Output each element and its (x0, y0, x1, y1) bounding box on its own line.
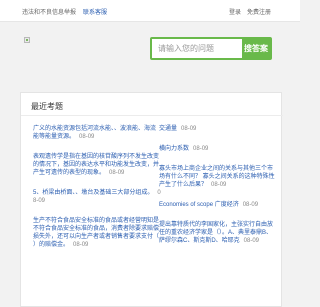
list-item: 交通量 08-09 (159, 125, 277, 133)
divider (21, 115, 283, 116)
list-item: 横向力系数 08-09 (159, 145, 277, 153)
contact-service-link[interactable]: 联系客服 (83, 7, 107, 16)
question-list-right: 交通量 08-09 横向力系数 08-09 寡头市场上商企业之间的关系与其他三个市场… (159, 125, 277, 257)
question-date: 08-09 (181, 126, 197, 132)
question-date: 08-09 (79, 134, 95, 140)
recent-questions-card: 最近考题 广义的水能资源包括河流水能、、波浪能、海流能等能量资源。 08-09 表… (20, 92, 283, 307)
question-date: 08-09 (211, 182, 227, 188)
question-list-left: 广义的水能资源包括河流水能、、波浪能、海流能等能量资源。 08-09 表观遗传学是… (33, 125, 161, 261)
question-link[interactable]: 表观遗传学是指在基因的核苷酸序列不发生改变的情况下，基因的表达水平和功能发生改变… (33, 154, 159, 176)
question-link[interactable]: 广义的水能资源包括河流水能、、波浪能、海流能等能量资源。 (33, 126, 156, 140)
login-link[interactable]: 登录 (229, 7, 241, 16)
question-link[interactable]: 交通量 (159, 126, 177, 132)
search-box: 搜答案 (150, 37, 272, 60)
broken-logo-image-icon[interactable] (24, 37, 30, 43)
question-date: 08-09 (73, 242, 89, 248)
list-item: 生产不符合食品安全标准的食品或者经营明知是不符合食品安全标准的食品，消费者除要求… (33, 217, 161, 249)
recent-questions-title: 最近考题 (31, 102, 63, 111)
register-link[interactable]: 免费注册 (247, 7, 271, 16)
question-link[interactable]: 5、桥梁由桥面、、墩台及基础三大部分组成。 (33, 190, 153, 196)
question-link[interactable]: Economies of scope 广度经济 (159, 202, 239, 208)
list-item: 表观遗传学是指在基因的核苷酸序列不发生改变的情况下，基因的表达水平和功能发生改变… (33, 153, 161, 177)
list-item: 提出靠特质代的李国家化，主张实行自由放任的重农经济学家是（）。A、典里泰鼎B、萨… (159, 221, 277, 245)
question-link[interactable]: 横向力系数 (159, 146, 189, 152)
list-item: 寡头市场上商企业之间的关系与其他三个市场有什么不同？ 寡头之间关系的这种特殊性产… (159, 165, 277, 189)
question-link[interactable]: 生产不符合食品安全标准的食品或者经营明知是不符合食品安全标准的食品，消费者除要求… (33, 218, 159, 248)
list-item: Economies of scope 广度经济 08-09 (159, 201, 277, 209)
question-date: 08-09 (193, 146, 209, 152)
top-bar: 违法和不良信息举报 联系客服 登录 免费注册 (0, 0, 300, 22)
list-item: 5、桥梁由桥面、、墩台及基础三大部分组成。 08-09 (33, 189, 161, 205)
question-date: 08-09 (242, 202, 259, 208)
search-input[interactable] (152, 39, 244, 58)
question-date: 08-09 (243, 238, 260, 244)
question-date: 08-09 (109, 170, 125, 176)
report-link[interactable]: 违法和不良信息举报 (22, 7, 76, 16)
search-button[interactable]: 搜答案 (242, 39, 270, 58)
list-item: 广义的水能资源包括河流水能、、波浪能、海流能等能量资源。 08-09 (33, 125, 161, 141)
